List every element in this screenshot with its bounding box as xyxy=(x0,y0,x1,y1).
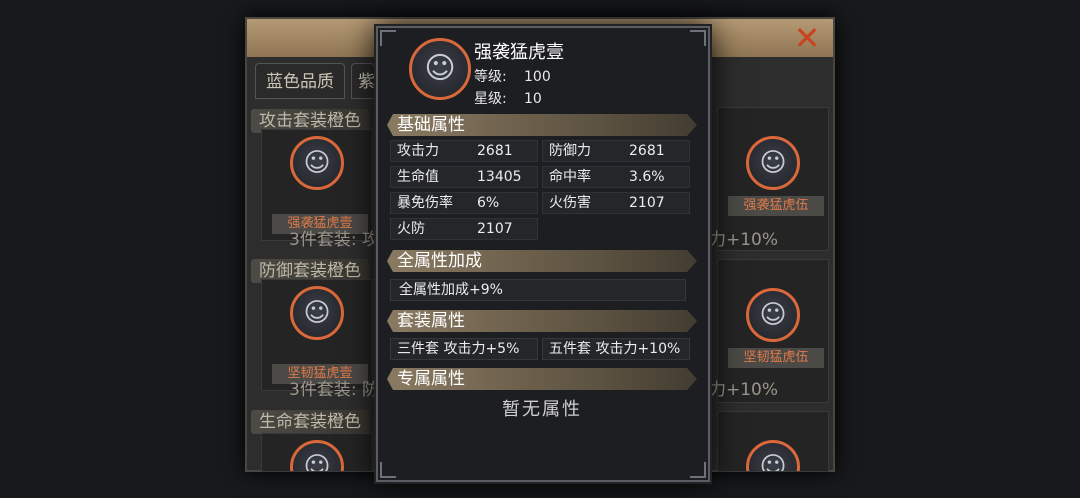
tiger-emblem-icon: ☺ xyxy=(746,288,800,342)
set-bonus-five: 五件套 攻击力+10% xyxy=(542,338,690,360)
stat-cell: 攻击力 2681 xyxy=(390,140,538,162)
stat-value: 2681 xyxy=(477,143,513,159)
stat-cell: 命中率 3.6% xyxy=(542,166,690,188)
level-label: 等级: xyxy=(474,69,507,85)
stat-value: 2681 xyxy=(629,143,665,159)
stat-name: 防御力 xyxy=(549,143,591,159)
equipment-detail-panel: ☺ 强袭猛虎壹 等级: 100 星级: 10 基础属性 攻击力 2681 防御力… xyxy=(376,26,710,482)
set-bonus-text: 力+10% xyxy=(709,380,779,400)
stat-name: 暴免伤率 xyxy=(397,195,453,211)
equipment-card[interactable]: ☺ xyxy=(717,411,829,472)
card-name: 坚韧猛虎伍 xyxy=(728,348,824,368)
stat-name: 火防 xyxy=(397,221,425,237)
equipment-card[interactable]: ☺ 强袭猛虎壹 xyxy=(261,129,373,241)
close-icon[interactable]: ✕ xyxy=(789,22,825,54)
all-bonus-header: 全属性加成 xyxy=(387,250,697,272)
level-value: 100 xyxy=(524,69,551,85)
stat-cell: 生命值 13405 xyxy=(390,166,538,188)
stat-value: 6% xyxy=(477,195,500,211)
stat-name: 命中率 xyxy=(549,169,591,185)
life-set-label: 生命套装橙色 xyxy=(251,410,369,434)
stat-name: 火伤害 xyxy=(549,195,591,211)
tiger-emblem-icon: ☺ xyxy=(746,136,800,190)
star-value: 10 xyxy=(524,91,542,107)
set-bonus-text: 力+10% xyxy=(709,230,779,250)
equipment-icon: ☺ xyxy=(409,38,471,100)
tab-blue-quality[interactable]: 蓝色品质 xyxy=(255,63,345,99)
set-bonus-text: 3件套装: 攻 xyxy=(289,230,379,250)
stat-value: 2107 xyxy=(477,221,513,237)
stat-name: 生命值 xyxy=(397,169,439,185)
exclusive-attributes-empty: 暂无属性 xyxy=(502,399,582,420)
stat-value: 13405 xyxy=(477,169,522,185)
stat-value: 2107 xyxy=(629,195,665,211)
set-bonus-three: 三件套 攻击力+5% xyxy=(390,338,538,360)
exclusive-attributes-header: 专属属性 xyxy=(387,368,697,390)
corner-ornament xyxy=(690,30,706,46)
set-bonus-text: 3件套装: 防 xyxy=(289,380,379,400)
tiger-emblem-icon: ☺ xyxy=(290,286,344,340)
equipment-card[interactable]: ☺ xyxy=(261,433,373,472)
tiger-emblem-icon: ☺ xyxy=(409,38,471,100)
tiger-emblem-icon: ☺ xyxy=(746,440,800,471)
stat-name: 攻击力 xyxy=(397,143,439,159)
stat-cell: 火伤害 2107 xyxy=(542,192,690,214)
tiger-emblem-icon: ☺ xyxy=(290,440,344,471)
stat-cell: 火防 2107 xyxy=(390,218,538,240)
equipment-name: 强袭猛虎壹 xyxy=(474,42,564,63)
corner-ornament xyxy=(380,462,396,478)
base-attributes-header: 基础属性 xyxy=(387,114,697,136)
stat-cell: 防御力 2681 xyxy=(542,140,690,162)
star-label: 星级: xyxy=(474,91,507,107)
set-attributes-header: 套装属性 xyxy=(387,310,697,332)
all-bonus-value: 全属性加成+9% xyxy=(390,279,686,301)
tab-purple-quality[interactable]: 紫 xyxy=(351,63,375,99)
stat-value: 3.6% xyxy=(629,169,665,185)
tiger-emblem-icon: ☺ xyxy=(290,136,344,190)
corner-ornament xyxy=(380,30,396,46)
corner-ornament xyxy=(690,462,706,478)
stat-cell: 暴免伤率 6% xyxy=(390,192,538,214)
equipment-card[interactable]: ☺ 坚韧猛虎壹 xyxy=(261,279,373,391)
card-name: 强袭猛虎伍 xyxy=(728,196,824,216)
